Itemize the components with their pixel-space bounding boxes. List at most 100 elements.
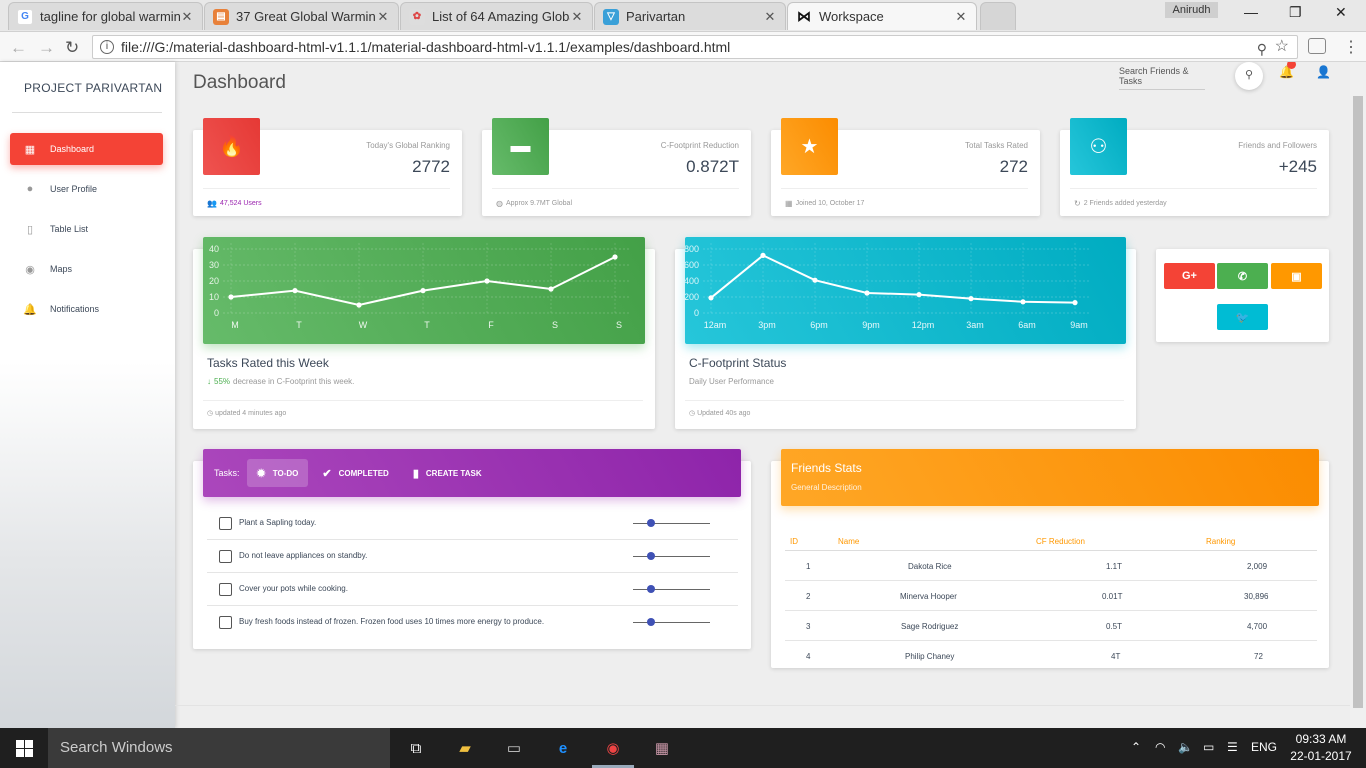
browser-tab-2[interactable]: ▤ 37 Great Global Warming ✕ [204, 2, 399, 30]
task-slider-track[interactable] [633, 556, 710, 557]
clock-date[interactable]: 22-01-2017 [1290, 749, 1352, 763]
minimize-icon[interactable]: — [1244, 4, 1258, 20]
forward-icon[interactable]: → [38, 38, 55, 58]
stat-value: +245 [1278, 157, 1317, 176]
stat-card-footprint: ▬ C-Footprint Reduction 0.872T ◍ Approx 9… [482, 118, 751, 216]
tab-todo[interactable]: ✹ TO-DO [246, 459, 309, 487]
notification-badge [1287, 62, 1296, 69]
close-icon[interactable]: ✕ [180, 9, 194, 25]
search-icon[interactable]: ⚲ [1235, 62, 1263, 90]
x-tick-label: M [231, 320, 239, 330]
info-icon[interactable]: i [100, 40, 114, 54]
task-slider-track[interactable] [633, 589, 710, 590]
task-text: Do not leave appliances on standby. [239, 551, 368, 560]
battery-icon[interactable]: ▭ [1203, 740, 1214, 754]
x-tick-label: S [616, 320, 622, 330]
blogger-button[interactable]: ▣ [1271, 263, 1322, 289]
stat-footer-text[interactable]: 47,524 Users [220, 200, 262, 207]
maximize-icon[interactable]: ❐ [1289, 4, 1302, 21]
map-pin-icon: ◉ [25, 263, 35, 276]
close-icon[interactable]: ✕ [954, 9, 968, 25]
task-checkbox[interactable] [219, 583, 232, 596]
chart-footer-text: updated 4 minutes ago [215, 410, 287, 417]
action-center-icon[interactable]: ☰ [1227, 740, 1238, 754]
bookmark-star-icon[interactable]: ☆ [1275, 36, 1289, 58]
windows-start-icon[interactable] [16, 740, 33, 757]
task-slider-handle[interactable] [647, 585, 655, 593]
new-tab-button[interactable] [980, 2, 1016, 30]
browser-tab-5[interactable]: ⋈ Workspace ✕ [787, 2, 977, 30]
url-input[interactable]: i file:///G:/material-dashboard-html-v1.… [92, 35, 1298, 59]
google-plus-button[interactable]: G+ [1164, 263, 1215, 289]
brand-logo[interactable]: PROJECT PARIVARTAN [24, 81, 162, 95]
task-slider-handle[interactable] [647, 618, 655, 626]
browser-tab-4[interactable]: ▽ Parivartan ✕ [594, 2, 786, 30]
clock-time[interactable]: 09:33 AM [1292, 732, 1350, 746]
tab-completed[interactable]: ✔ COMPLETED [312, 459, 398, 487]
twitter-button[interactable]: 🐦 [1217, 304, 1268, 330]
tab-create-task[interactable]: ▮ CREATE TASK [403, 459, 492, 487]
whatsapp-button[interactable]: ✆ [1217, 263, 1268, 289]
task-slider-track[interactable] [633, 523, 710, 524]
sidebar-item-table-list[interactable]: ▯ Table List [10, 213, 163, 245]
chart-subtitle: ↓ 55% decrease in C-Footprint this week. [207, 377, 354, 386]
close-icon[interactable]: ✕ [763, 9, 777, 25]
data-point [484, 278, 490, 284]
globe-icon: ◍ [496, 199, 503, 208]
tray-chevron-up-icon[interactable]: ⌃ [1131, 740, 1141, 754]
volume-icon[interactable]: 🔈 [1178, 740, 1193, 754]
cell-id: 4 [806, 652, 811, 661]
cell-id: 3 [806, 622, 811, 631]
sidebar-item-label: Dashboard [50, 144, 95, 154]
task-checkbox[interactable] [219, 550, 232, 563]
social-share-card: G+ ✆ ▣ 🐦 [1156, 249, 1329, 342]
sidebar-item-dashboard[interactable]: ▦ Dashboard [10, 133, 163, 165]
cell-ranking: 4,700 [1247, 622, 1268, 631]
edge-icon[interactable]: e [552, 737, 574, 759]
task-text: Buy fresh foods instead of frozen. Froze… [239, 617, 545, 626]
close-icon[interactable]: ✕ [376, 9, 390, 25]
extension-icon[interactable] [1308, 38, 1326, 54]
chrome-icon[interactable]: ◉ [602, 737, 624, 759]
task-slider-track[interactable] [633, 622, 710, 623]
sidebar-item-notifications[interactable]: 🔔 Notifications [10, 293, 163, 325]
task-row: Do not leave appliances on standby. [207, 540, 738, 573]
taskbar-search-input[interactable]: Search Windows [48, 728, 390, 768]
footprint-line-chart: 0 200 400 600 800 12am 3pm 6pm 9pm 12pm 3am 6am 9am [685, 237, 1126, 344]
data-point [708, 295, 714, 301]
stat-category: Friends and Followers [1238, 141, 1317, 150]
divider [685, 400, 1124, 401]
file-explorer-icon[interactable]: ▰ [454, 737, 476, 759]
wifi-icon[interactable]: ◠ [1155, 740, 1165, 754]
tab-label: CREATE TASK [425, 468, 482, 478]
menu-icon[interactable]: ⋮ [1343, 37, 1359, 57]
reload-icon[interactable]: ↻ [65, 38, 79, 58]
x-tick-label: 12pm [912, 320, 935, 330]
browser-tab-1[interactable]: G tagline for global warmin ✕ [8, 2, 203, 30]
task-slider-handle[interactable] [647, 519, 655, 527]
back-icon[interactable]: ← [10, 38, 27, 58]
scrollbar[interactable] [1350, 62, 1366, 728]
user-icon[interactable]: 👤 [1316, 65, 1331, 79]
close-icon[interactable]: ✕ [570, 9, 584, 25]
task-checkbox[interactable] [219, 517, 232, 530]
tab-label: TO-DO [272, 468, 299, 478]
sidebar-item-maps[interactable]: ◉ Maps [10, 253, 163, 285]
sidebar-item-user-profile[interactable]: ● User Profile [10, 173, 163, 205]
y-tick-label: 200 [685, 292, 699, 302]
terminal-icon[interactable]: ▭ [503, 737, 525, 759]
friends-title: Friends Stats [791, 461, 862, 475]
task-view-icon[interactable]: ⧉ [405, 737, 427, 759]
browser-tab-3[interactable]: ✿ List of 64 Amazing Globa ✕ [400, 2, 593, 30]
task-checkbox[interactable] [219, 616, 232, 629]
zoom-icon[interactable]: ⚲ [1257, 38, 1267, 60]
window-close-icon[interactable]: ✕ [1335, 4, 1347, 21]
data-point [864, 290, 870, 296]
task-slider-handle[interactable] [647, 552, 655, 560]
search-input[interactable]: Search Friends & Tasks [1119, 66, 1205, 90]
language-indicator[interactable]: ENG [1251, 740, 1277, 754]
scrollbar-thumb[interactable] [1353, 96, 1363, 708]
game-app-icon[interactable]: ▦ [651, 737, 673, 759]
profile-name[interactable]: Anirudh [1165, 2, 1218, 18]
people-icon: ⚇ [1070, 118, 1127, 175]
